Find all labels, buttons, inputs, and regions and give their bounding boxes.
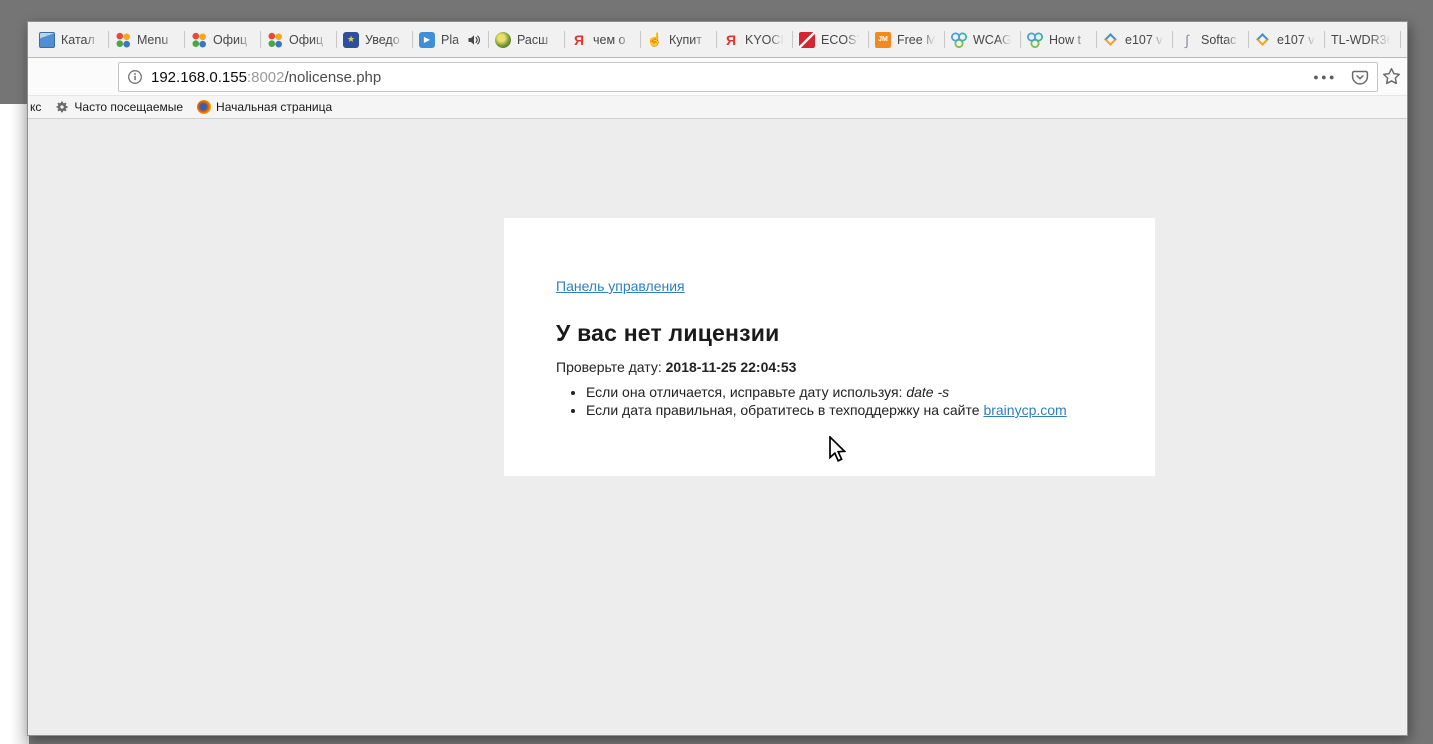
browser-tab[interactable]: How t	[1020, 22, 1096, 57]
firefox-icon	[197, 100, 211, 114]
list-item: Если дата правильная, обратитесь в техпо…	[586, 401, 1103, 419]
date-value: 2018-11-25 22:04:53	[666, 359, 797, 375]
browser-tab[interactable]: WCAG	[944, 22, 1020, 57]
tab-label: Menu	[137, 33, 177, 47]
browser-tab[interactable]: ▶ Pla	[412, 22, 488, 57]
bookmark-partial-label: кс	[30, 100, 41, 114]
tab-label: чем о	[593, 33, 633, 47]
document-icon	[39, 32, 55, 48]
brainycp-link[interactable]: brainycp.com	[983, 402, 1066, 418]
background-window	[0, 104, 29, 744]
browser-tab[interactable]: ★ Уведо	[336, 22, 412, 57]
url-path: /nolicense.php	[284, 69, 381, 86]
circles-icon	[951, 32, 967, 48]
tab-label: KYOCE	[745, 33, 785, 47]
browser-tab[interactable]: ∫ Softac	[1172, 22, 1248, 57]
browser-tab[interactable]: Офиц	[184, 22, 260, 57]
softaculous-icon: ∫	[1179, 32, 1195, 48]
joomla-icon	[191, 32, 207, 48]
gear-icon	[55, 100, 69, 114]
pocket-icon[interactable]	[1351, 69, 1369, 86]
yandex-icon: Я	[571, 32, 587, 48]
circles-icon	[1027, 32, 1043, 48]
bookmarks-toolbar: кс Часто посещаемые Начальная страница	[28, 96, 1407, 119]
tab-separator	[1400, 31, 1401, 48]
chameleon-icon	[495, 32, 511, 48]
tab-label: How t	[1049, 33, 1089, 47]
browser-tab[interactable]: TL-WDR36	[1324, 22, 1400, 57]
instructions-list: Если она отличается, исправьте дату испо…	[556, 383, 1103, 419]
browser-tab[interactable]: JM Free M	[868, 22, 944, 57]
item1-text: Если она отличается, исправьте дату испо…	[586, 384, 902, 400]
item2-text: Если дата правильная, обратитесь в техпо…	[586, 402, 980, 418]
browser-tab[interactable]: ECOSY	[792, 22, 868, 57]
bookmark-home-label: Начальная страница	[216, 100, 332, 114]
joomla-icon	[115, 32, 131, 48]
page-viewport: Панель управления У вас нет лицензии Про…	[28, 119, 1407, 734]
browser-window: Катал Menu Офиц Офиц ★ Уведо ▶ Pla Расш Ячем о ☝ Ку…	[28, 22, 1407, 735]
badge-icon: ★	[343, 32, 359, 48]
tab-label: Pla	[441, 33, 466, 47]
hand-icon: ☝	[647, 32, 663, 48]
tab-label: Softac	[1201, 33, 1241, 47]
tab-label: Free M	[897, 33, 937, 47]
browser-tab[interactable]: Офиц	[260, 22, 336, 57]
bookmark-star-icon[interactable]	[1382, 67, 1401, 91]
browser-tab[interactable]: Катал	[32, 22, 108, 57]
browser-tab[interactable]: ☝ Купит	[640, 22, 716, 57]
navigation-toolbar: 192.168.0.155:8002/nolicense.php ●●●	[28, 58, 1407, 96]
url-port: :8002	[247, 69, 285, 86]
tab-label: ECOSY	[821, 33, 861, 47]
url-host: 192.168.0.155	[151, 69, 247, 86]
list-item: Если она отличается, исправьте дату испо…	[586, 383, 1103, 401]
bookmark-item-partial[interactable]: кс	[30, 100, 41, 114]
bookmark-item-home[interactable]: Начальная страница	[197, 100, 332, 114]
site-info-icon[interactable]	[127, 69, 143, 85]
tab-label: Офиц	[213, 33, 253, 47]
tab-audio-icon[interactable]	[468, 34, 481, 46]
browser-tab[interactable]: Ячем о	[564, 22, 640, 57]
tab-label: WCAG	[973, 33, 1013, 47]
tab-strip: Катал Menu Офиц Офиц ★ Уведо ▶ Pla Расш Ячем о ☝ Ку…	[28, 22, 1407, 58]
tab-label: e107 v	[1125, 33, 1165, 47]
e107-icon	[1103, 32, 1119, 48]
browser-tab[interactable]: e107 v	[1096, 22, 1172, 57]
tab-label: Катал	[61, 33, 101, 47]
e107-icon	[1255, 32, 1271, 48]
tab-label: Уведо	[365, 33, 405, 47]
page-actions-icon[interactable]: ●●●	[1313, 72, 1337, 82]
browser-tab[interactable]: Я KYOCE	[716, 22, 792, 57]
tab-label: TL-WDR36	[1331, 33, 1393, 47]
bookmark-frequent-label: Часто посещаемые	[74, 100, 183, 114]
yandex-icon: Я	[723, 32, 739, 48]
bookmark-item-frequent[interactable]: Часто посещаемые	[55, 100, 183, 114]
jm-icon: JM	[875, 32, 891, 48]
tab-label: Офиц	[289, 33, 329, 47]
check-date-label: Проверьте дату:	[556, 359, 662, 375]
browser-tab[interactable]: e107 v	[1248, 22, 1324, 57]
joomla-icon	[267, 32, 283, 48]
browser-tab[interactable]: Расш	[488, 22, 564, 57]
page-title: У вас нет лицензии	[556, 320, 1103, 347]
tab-label: Расш	[517, 33, 557, 47]
kyocera-icon	[799, 32, 815, 48]
browser-tab[interactable]: Menu	[108, 22, 184, 57]
check-date-line: Проверьте дату: 2018-11-25 22:04:53	[556, 359, 1103, 375]
play-icon: ▶	[419, 32, 435, 48]
tab-label: e107 v	[1277, 33, 1317, 47]
item1-code: date -s	[906, 384, 949, 400]
tab-label: Купит	[669, 33, 709, 47]
control-panel-link[interactable]: Панель управления	[556, 278, 685, 294]
url-text[interactable]: 192.168.0.155:8002/nolicense.php	[151, 69, 381, 86]
url-bar[interactable]: 192.168.0.155:8002/nolicense.php ●●●	[118, 62, 1378, 92]
mouse-cursor	[828, 436, 852, 469]
